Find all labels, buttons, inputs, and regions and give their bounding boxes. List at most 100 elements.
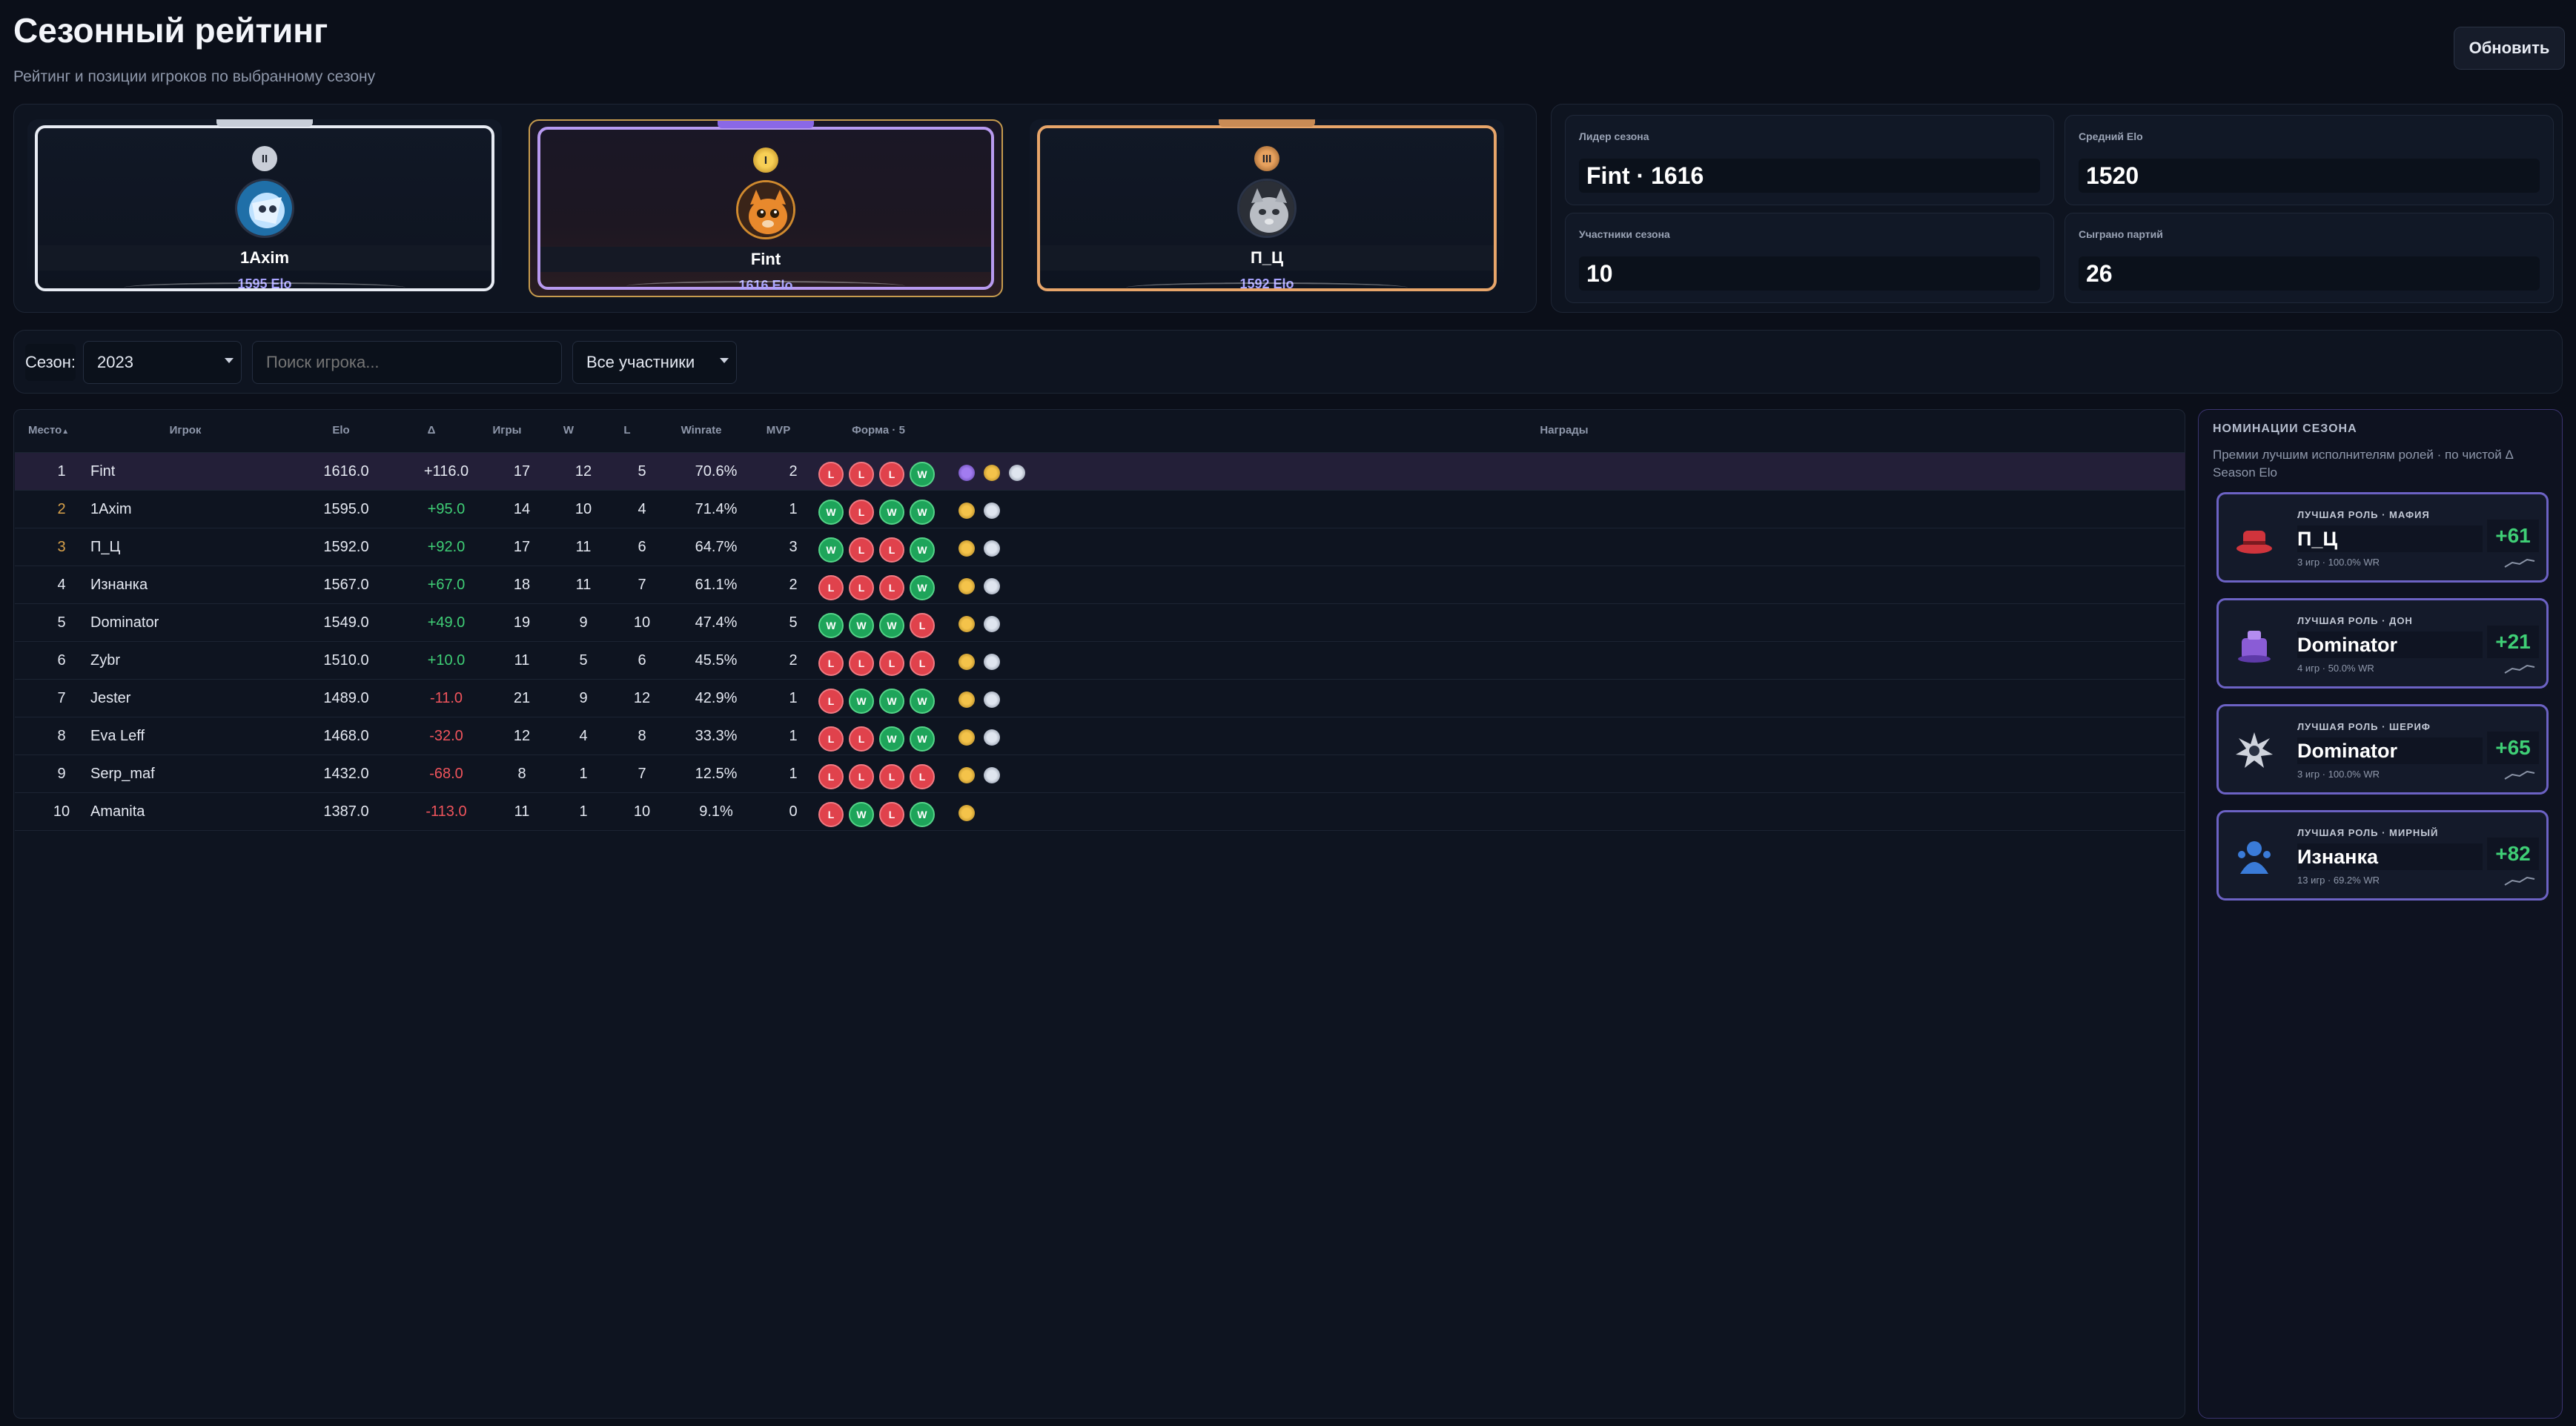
table-cell-wins: 10 <box>575 501 592 517</box>
table-cell-mvp: 3 <box>789 539 798 555</box>
refresh-button[interactable]: Обновить <box>2454 27 2565 70</box>
table-cell-losses: 6 <box>638 652 646 669</box>
nominations-subtitle: Премии лучшим исполнителям ролей · по чи… <box>2213 448 2513 480</box>
gold-award-icon[interactable] <box>984 465 1000 481</box>
table-cell-delta: +49.0 <box>427 614 466 631</box>
nomination-card[interactable]: ЛУЧШАЯ РОЛЬ · ДОН Dominator 4 игр · 50.0% … <box>2216 598 2549 689</box>
silver-award-icon[interactable] <box>1009 465 1025 481</box>
table-cell-player: Amanita <box>90 803 145 820</box>
silver-award-icon[interactable] <box>984 503 1000 519</box>
stat-value: 1520 <box>2079 159 2540 193</box>
form-loss-badge: L <box>849 651 874 676</box>
column-header-wins[interactable]: W <box>554 424 583 437</box>
nomination-card[interactable]: ЛУЧШАЯ РОЛЬ · ШЕРИФ Dominator 3 игр · 100.… <box>2216 704 2549 795</box>
table-cell-elo: 1510.0 <box>323 652 369 669</box>
table-cell-place: 9 <box>57 766 66 782</box>
table-cell-wins: 9 <box>579 690 588 706</box>
stat-label: Средний Elo <box>2079 130 2143 142</box>
stat-value: 26 <box>2079 256 2540 291</box>
table-cell-elo: 1432.0 <box>323 766 369 782</box>
participants-filter-select[interactable]: Все участники <box>572 341 737 384</box>
silver-award-icon[interactable] <box>984 540 1000 557</box>
bronze-medal-icon: III <box>1254 146 1279 171</box>
nomination-card[interactable]: ЛУЧШАЯ РОЛЬ · МИРНЫЙ Изнанка 13 игр · 69.2… <box>2216 810 2549 901</box>
gold-award-icon[interactable] <box>958 578 975 594</box>
podium-card-third[interactable]: III П_Ц 1592 Elo <box>1030 119 1504 297</box>
table-cell-winrate: 64.7% <box>695 539 738 555</box>
page-title: Сезонный рейтинг <box>13 11 328 50</box>
civilian-icon <box>2232 835 2277 879</box>
gold-award-icon[interactable] <box>958 767 975 783</box>
table-cell-player: 1Axim <box>90 501 132 517</box>
gold-award-icon[interactable] <box>958 805 975 821</box>
podium-card-second[interactable]: II 1Axim 1595 Elo <box>27 119 502 297</box>
silver-award-icon[interactable] <box>984 654 1000 670</box>
column-header-games[interactable]: Игры <box>480 424 534 437</box>
table-cell-wins: 4 <box>579 728 588 744</box>
table-row[interactable]: 10 Amanita 1387.0 -113.0 11 1 10 9.1% 0 L W L W <box>15 792 2185 830</box>
form-loss-badge: L <box>818 575 844 600</box>
player-search-input[interactable] <box>252 341 562 384</box>
table-row[interactable]: 9 Serp_maf 1432.0 -68.0 8 1 7 12.5% 1 L L L L <box>15 755 2185 792</box>
season-label: Сезон: <box>25 344 76 381</box>
table-cell-elo: 1592.0 <box>323 539 369 555</box>
sparkline-icon <box>2504 664 2535 674</box>
column-header-player[interactable]: Игрок <box>148 424 222 437</box>
table-cell-losses: 6 <box>638 539 646 555</box>
table-cell-winrate: 9.1% <box>699 803 733 820</box>
gold-award-icon[interactable] <box>958 692 975 708</box>
table-row[interactable]: 1 Fint 1616.0 +116.0 17 12 5 70.6% 2 L L L W <box>15 452 2185 490</box>
silver-award-icon[interactable] <box>984 692 1000 708</box>
table-row[interactable]: 5 Dominator 1549.0 +49.0 19 9 10 47.4% 5 W W W L <box>15 603 2185 641</box>
form-loss-badge: L <box>849 500 874 525</box>
form-loss-badge: L <box>879 462 904 487</box>
table-cell-wins: 1 <box>579 766 588 782</box>
table-cell-place: 4 <box>57 577 66 593</box>
table-cell-losses: 7 <box>638 577 646 593</box>
table-row[interactable]: 7 Jester 1489.0 -11.0 21 9 12 42.9% 1 L W W W <box>15 679 2185 717</box>
silver-award-icon[interactable] <box>984 578 1000 594</box>
silver-award-icon[interactable] <box>984 729 1000 746</box>
table-cell-wins: 12 <box>575 463 592 480</box>
column-header-delta[interactable]: Δ <box>409 424 454 437</box>
table-cell-mvp: 5 <box>789 614 798 631</box>
table-cell-winrate: 12.5% <box>695 766 738 782</box>
column-header-winrate[interactable]: Winrate <box>667 424 735 437</box>
silver-award-icon[interactable] <box>984 767 1000 783</box>
table-cell-mvp: 2 <box>789 463 798 480</box>
gold-award-icon[interactable] <box>958 540 975 557</box>
nomination-delta: +61 <box>2487 520 2539 552</box>
stat-leader: Лидер сезона Fint · 1616 <box>1565 115 2054 205</box>
stat-games-played: Сыграно партий 26 <box>2065 213 2554 303</box>
form-win-badge: W <box>910 726 935 752</box>
table-row[interactable]: 2 1Axim 1595.0 +95.0 14 10 4 71.4% 1 W L W W <box>15 490 2185 528</box>
table-cell-place: 2 <box>57 501 66 517</box>
gold-award-icon[interactable] <box>958 616 975 632</box>
column-header-place[interactable]: Место▲ <box>28 424 73 437</box>
column-header-losses[interactable]: L <box>612 424 642 437</box>
podium-card-first[interactable]: I Fint 1616 Elo <box>529 119 1003 297</box>
nomination-card[interactable]: ЛУЧШАЯ РОЛЬ · МАФИЯ П_Ц 3 игр · 100.0% WR +… <box>2216 492 2549 583</box>
nomination-player-name: Dominator <box>2297 737 2483 764</box>
form-win-badge: W <box>910 689 935 714</box>
table-cell-delta: +67.0 <box>427 577 466 593</box>
season-select[interactable]: 2023 <box>83 341 242 384</box>
column-header-elo[interactable]: Elo <box>311 424 371 437</box>
silver-award-icon[interactable] <box>984 616 1000 632</box>
form-loss-badge: L <box>849 726 874 752</box>
table-row[interactable]: 3 П_Ц 1592.0 +92.0 17 11 6 64.7% 3 W L L W <box>15 528 2185 566</box>
gold-award-icon[interactable] <box>958 654 975 670</box>
podium-panel: II 1Axim 1595 Elo I Fint 1616 Elo III П_… <box>13 104 1537 313</box>
column-header-mvp[interactable]: MVP <box>756 424 801 437</box>
table-cell-losses: 8 <box>638 728 646 744</box>
gold-award-icon[interactable] <box>958 503 975 519</box>
gold-award-icon[interactable] <box>958 729 975 746</box>
table-row[interactable]: 8 Eva Leff 1468.0 -32.0 12 4 8 33.3% 1 L L W W <box>15 717 2185 755</box>
stat-value: 10 <box>1579 256 2040 291</box>
nomination-delta: +82 <box>2487 838 2539 870</box>
table-row[interactable]: 4 Изнанка 1567.0 +67.0 18 11 7 61.1% 2 L L L W <box>15 566 2185 603</box>
table-row[interactable]: 6 Zybr 1510.0 +10.0 11 5 6 45.5% 2 L L L L <box>15 641 2185 679</box>
podium-player-name: П_Ц <box>1040 245 1494 271</box>
nomination-role: ЛУЧШАЯ РОЛЬ · МАФИЯ <box>2297 509 2430 520</box>
purple-award-icon[interactable] <box>958 465 975 481</box>
